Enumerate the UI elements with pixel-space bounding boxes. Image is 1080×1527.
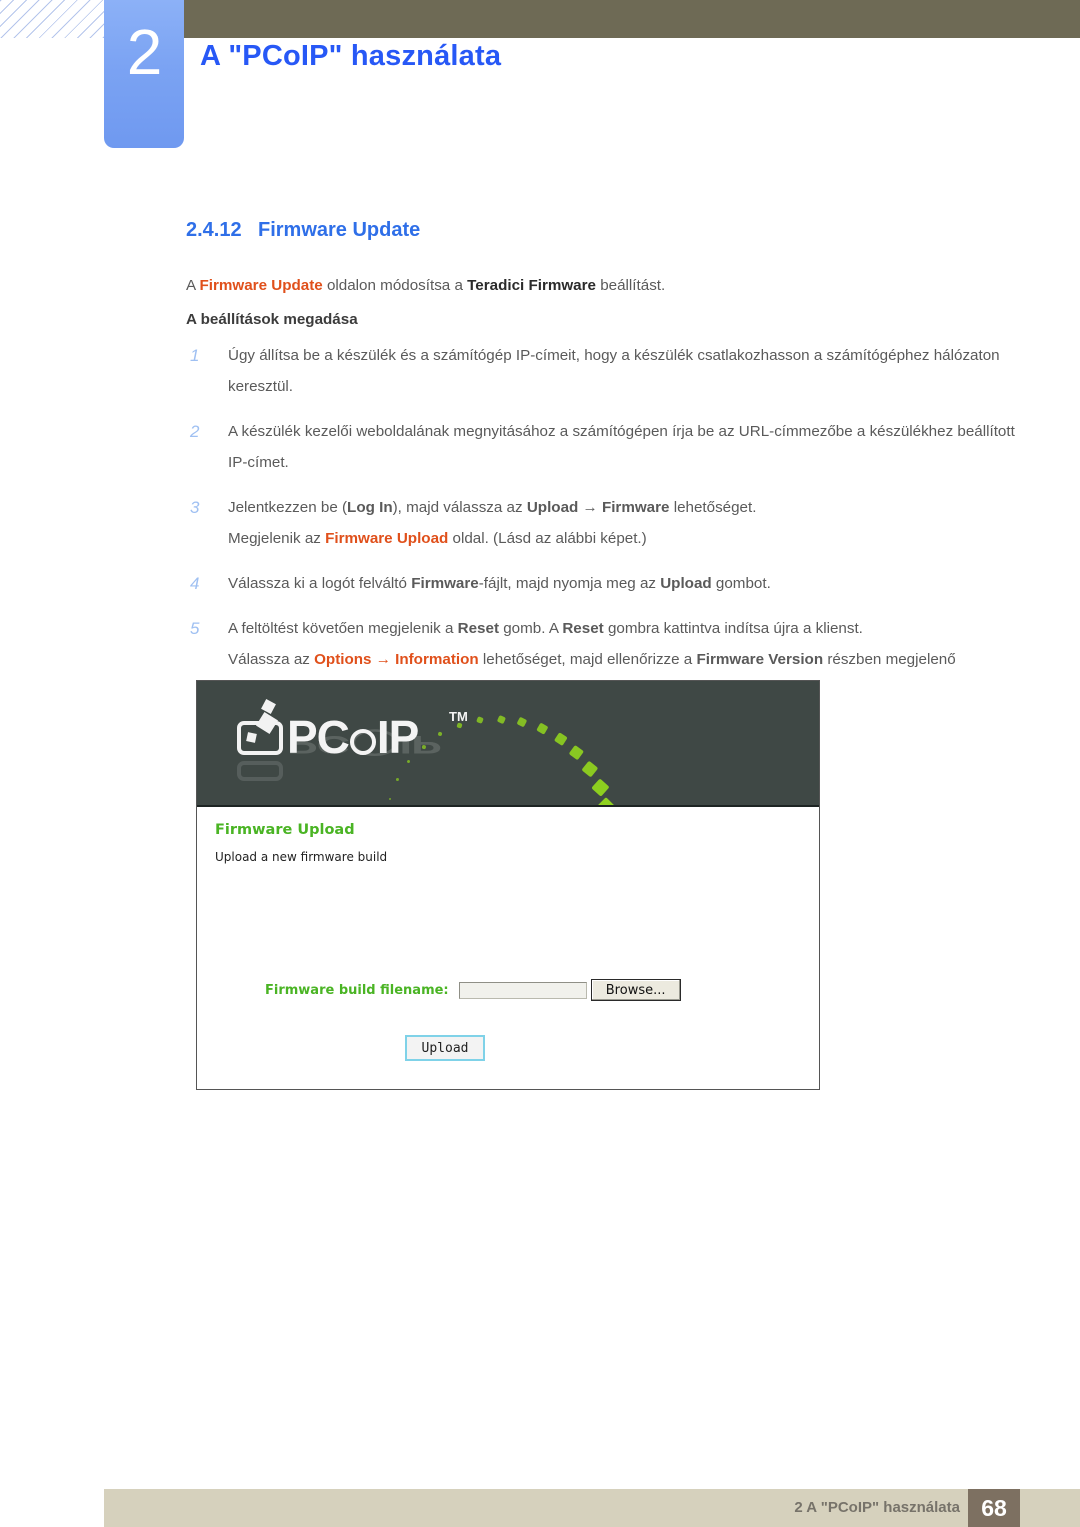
logo-reflection-text: PC◯IP — [287, 730, 441, 759]
firmware-filename-input[interactable] — [458, 981, 587, 999]
section-title: Firmware Update — [258, 219, 421, 241]
step-marker: 3 — [190, 498, 200, 517]
step-item: 2 A készülék kezelői weboldalának megnyit… — [186, 416, 1026, 478]
firmware-upload-panel: Firmware Upload Upload a new firmware bu… — [197, 805, 819, 1089]
step-text: Úgy állítsa be a készülék és a számítógé… — [228, 347, 1000, 395]
chapter-number: 2 — [126, 16, 163, 88]
particle-square-icon — [496, 714, 506, 724]
step-highlight-term: Options — [314, 651, 372, 668]
particle-square-icon — [536, 722, 548, 735]
step-marker: 2 — [190, 422, 200, 441]
step-plain-text: gombot. — [711, 575, 771, 592]
page-header: 2 A "PCoIP" használata — [0, 0, 1080, 175]
particle-square-icon — [476, 716, 484, 725]
step-bold-term: Firmware — [601, 499, 670, 516]
step-marker: 1 — [190, 346, 200, 365]
step-marker: 5 — [190, 619, 200, 638]
intro-bold: Teradici Firmware — [467, 277, 596, 294]
step-text: A készülék kezelői weboldalának megnyitá… — [228, 423, 1015, 471]
upload-button[interactable]: Upload — [405, 1035, 485, 1061]
firmware-filename-row: Firmware build filename: Browse... — [265, 979, 681, 1001]
chapter-tab: 2 — [104, 0, 184, 148]
steps-list: 1 Úgy állítsa be a készülék és a számítóg… — [186, 340, 1026, 720]
step-plain-text: gombra kattintva indítsa újra a klienst. — [603, 620, 863, 637]
particle-square-icon — [421, 744, 426, 749]
particle-square-icon — [569, 744, 585, 760]
panel-subtitle: Upload a new firmware build — [215, 850, 388, 864]
intro-paragraph: A Firmware Update oldalon módosítsa a Te… — [186, 270, 986, 301]
step-plain-text: Jelentkezzen be ( — [228, 499, 348, 516]
page-number-badge: 68 — [968, 1489, 1020, 1527]
intro-text-c: beállítást. — [596, 277, 666, 294]
particle-square-icon — [596, 797, 617, 805]
intro-highlight: Firmware Update — [199, 277, 323, 294]
step-item: 3 Jelentkezzen be (Log In), majd válassza… — [186, 492, 1026, 554]
browse-button[interactable]: Browse... — [590, 979, 681, 1001]
chapter-title: A "PCoIP" használata — [200, 40, 502, 72]
footer-breadcrumb: 2 A "PCoIP" használata — [794, 1499, 960, 1516]
step-highlight-term: Firmware Upload — [325, 530, 449, 547]
firmware-upload-screenshot: PC IP TM PC◯IP Firmware Upload Upload a n… — [196, 680, 820, 1090]
particle-square-icon — [516, 716, 528, 727]
step-plain-text: A feltöltést követően megjelenik a — [228, 620, 458, 637]
step-text: Válassza ki a logót felváltó Firmware-fá… — [228, 575, 771, 592]
step-bold-term: Upload — [526, 499, 579, 516]
step-highlight-term: Information — [395, 651, 479, 668]
firmware-filename-label: Firmware build filename: — [265, 982, 449, 998]
step-plain-text: -fájlt, majd nyomja meg az — [478, 575, 661, 592]
step-plain-text: lehetőséget. — [669, 499, 757, 516]
step-plain-text: → — [578, 499, 602, 516]
particle-square-icon — [590, 778, 610, 797]
step-text: Jelentkezzen be (Log In), majd válassza … — [228, 499, 756, 547]
particle-square-icon — [553, 732, 568, 746]
step-plain-text: gomb. A — [499, 620, 563, 637]
panel-title: Firmware Upload — [215, 822, 355, 838]
step-plain-text: A készülék kezelői weboldalának megnyitá… — [228, 423, 1015, 471]
step-item: 4 Válassza ki a logót felváltó Firmware-f… — [186, 568, 1026, 599]
intro-text-a: A — [186, 277, 200, 294]
step-marker: 4 — [190, 574, 200, 593]
step-plain-text: Válassza az — [228, 651, 315, 668]
step-plain-text: Úgy állítsa be a készülék és a számítógé… — [228, 347, 1000, 395]
step-item: 1 Úgy állítsa be a készülék és a számítóg… — [186, 340, 1026, 402]
logo-reflection-camera — [237, 761, 283, 781]
settings-lead-label: A beállítások megadása — [186, 311, 358, 328]
section-heading: 2.4.12 Firmware Update — [186, 219, 420, 242]
section-number: 2.4.12 — [186, 219, 242, 241]
intro-text-b: oldalon módosítsa a — [322, 277, 468, 294]
pcoip-logo-icon: PC IP TM PC◯IP — [237, 699, 468, 783]
step-bold-term: Firmware Version — [696, 651, 824, 668]
page-footer: 2 A "PCoIP" használata 68 — [104, 1489, 1080, 1527]
step-plain-text: ), majd válassza az — [392, 499, 527, 516]
particle-square-icon — [388, 797, 391, 801]
pcoip-logo-banner: PC IP TM PC◯IP — [197, 681, 819, 805]
step-plain-text: oldal. (Lásd az alábbi képet.) — [448, 530, 647, 547]
step-plain-text: Megjelenik az — [228, 530, 326, 547]
step-bold-term: Firmware — [411, 575, 479, 592]
step-bold-term: Log In — [347, 499, 393, 516]
step-plain-text: Válassza ki a logót felváltó — [228, 575, 412, 592]
step-bold-term: Reset — [457, 620, 500, 637]
camera-lens-icon — [246, 732, 257, 743]
step-plain-text: lehetőséget, majd ellenőrizze a — [478, 651, 697, 668]
header-olive-bar — [184, 0, 1080, 38]
particle-square-icon — [581, 760, 599, 777]
step-highlight-term: → — [371, 651, 396, 668]
step-bold-term: Reset — [562, 620, 604, 637]
step-bold-term: Upload — [660, 575, 712, 592]
